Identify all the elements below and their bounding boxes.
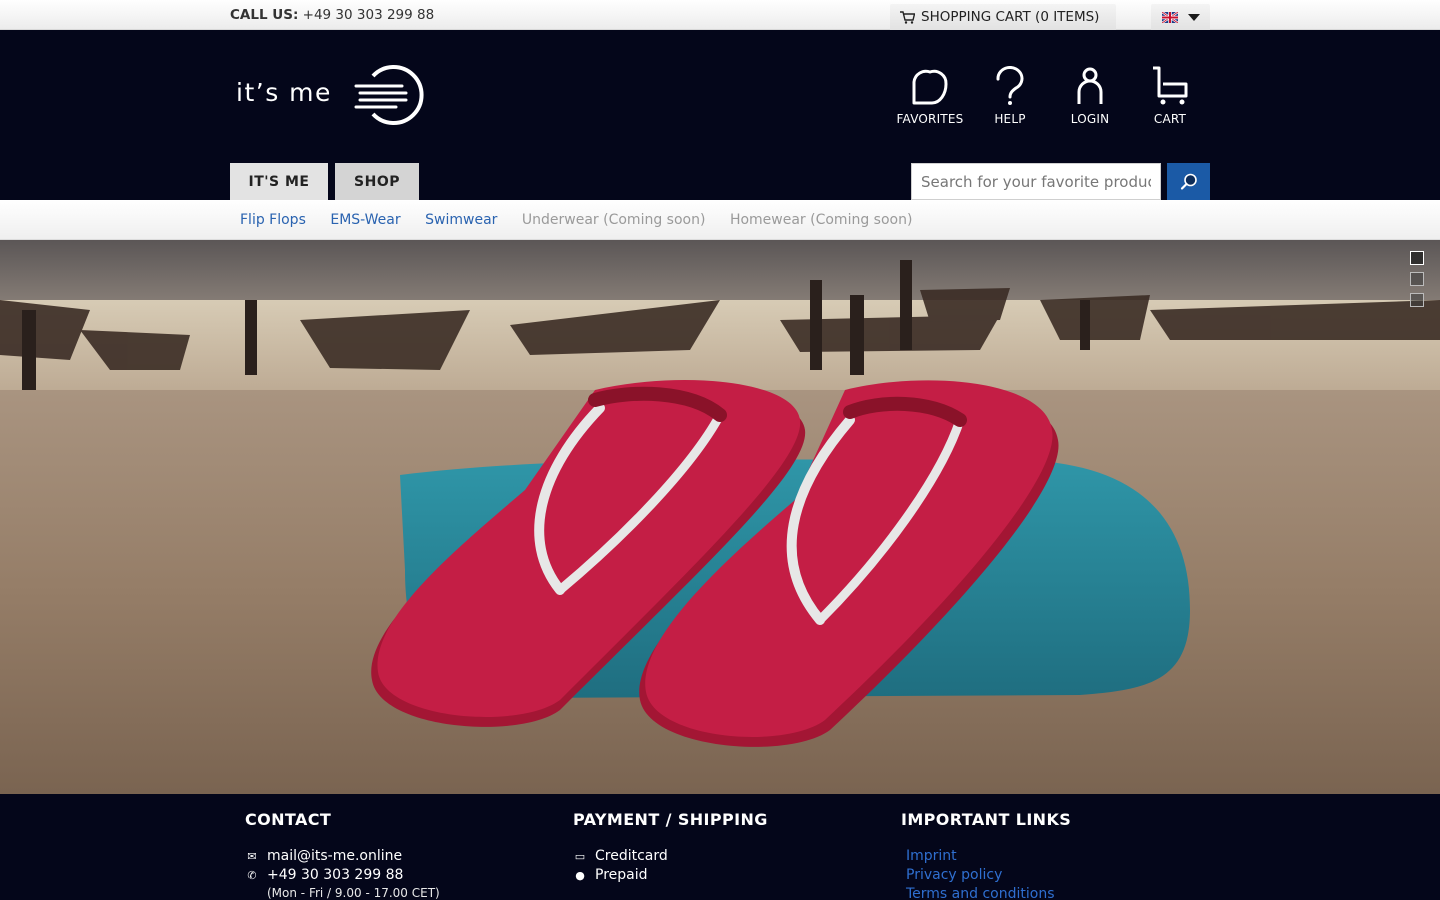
cart-label: CART (1153, 112, 1187, 126)
link-terms[interactable]: Terms and conditions (906, 885, 1071, 900)
link-imprint[interactable]: Imprint (906, 847, 1071, 866)
footer-payment: PAYMENT / SHIPPING ▭ Creditcard ● Prepai… (573, 810, 768, 885)
search-icon (1180, 173, 1197, 190)
coins-icon: ● (575, 869, 585, 882)
cart-button[interactable]: CART (1130, 66, 1210, 126)
favorites-label: FAVORITES (896, 112, 964, 126)
category-underwear: Underwear (Coming soon) (521, 212, 706, 228)
call-us: CALL US: +49 30 303 299 88 (230, 7, 434, 23)
payment-prepaid: ● Prepaid (573, 866, 768, 885)
search-button[interactable] (1167, 163, 1210, 200)
category-homewear: Homewear (Coming soon) (729, 212, 913, 228)
site-footer: CONTACT ✉ mail@its-me.online ✆ +49 30 30… (0, 794, 1440, 900)
chevron-down-icon (1187, 13, 1200, 21)
category-swimwear[interactable]: Swimwear (425, 212, 497, 228)
footer-payment-title: PAYMENT / SHIPPING (573, 810, 768, 829)
contact-email[interactable]: ✉ mail@its-me.online (245, 847, 440, 866)
svg-text:it’s me: it’s me (236, 78, 332, 107)
contact-hours: (Mon - Fri / 9.00 - 17.00 CET) (267, 886, 440, 900)
contact-phone[interactable]: ✆ +49 30 303 299 88 (245, 866, 440, 885)
category-nav: Flip Flops EMS-Wear Swimwear Underwear (… (0, 200, 1440, 240)
question-mark-icon (996, 66, 1024, 105)
payment-prepaid-text: Prepaid (595, 867, 648, 883)
tab-its-me[interactable]: IT'S ME (230, 163, 328, 200)
help-button[interactable]: HELP (970, 66, 1050, 126)
login-label: LOGIN (1070, 112, 1110, 126)
tab-shop[interactable]: SHOP (335, 163, 419, 200)
search-input[interactable] (911, 163, 1161, 200)
help-label: HELP (994, 112, 1026, 126)
uk-flag-icon (1161, 11, 1178, 23)
footer-links: IMPORTANT LINKS Imprint Privacy policy T… (901, 810, 1071, 900)
site-header: it’s me FAVORITES HELP LOGIN CART IT'S M… (0, 30, 1440, 200)
heart-icon (912, 69, 948, 105)
login-button[interactable]: LOGIN (1050, 66, 1130, 126)
credit-card-icon: ▭ (574, 850, 586, 863)
hero-slider[interactable] (0, 240, 1440, 794)
its-me-logo[interactable]: it’s me (236, 64, 432, 126)
top-bar: CALL US: +49 30 303 299 88 SHOPPING CART… (0, 0, 1440, 30)
slide-indicators (1410, 251, 1424, 314)
slide-dot-2[interactable] (1410, 272, 1424, 286)
call-us-label: CALL US: (230, 7, 299, 23)
shopping-cart-summary[interactable]: SHOPPING CART (0 ITEMS) (890, 4, 1116, 30)
footer-links-title: IMPORTANT LINKS (901, 810, 1072, 829)
payment-creditcard: ▭ Creditcard (573, 847, 768, 866)
link-privacy-policy[interactable]: Privacy policy (906, 866, 1071, 885)
slide-dot-3[interactable] (1410, 293, 1424, 307)
phone-icon: ✆ (247, 869, 257, 882)
payment-creditcard-text: Creditcard (595, 848, 668, 864)
call-us-phone[interactable]: +49 30 303 299 88 (303, 7, 435, 23)
footer-contact: CONTACT ✉ mail@its-me.online ✆ +49 30 30… (245, 810, 440, 900)
contact-email-text: mail@its-me.online (267, 848, 403, 864)
favorites-button[interactable]: FAVORITES (890, 66, 970, 126)
slide-dot-1[interactable] (1410, 251, 1424, 265)
contact-phone-text: +49 30 303 299 88 (267, 867, 404, 883)
cart-icon (1153, 66, 1188, 105)
footer-contact-title: CONTACT (245, 810, 332, 829)
shopping-cart-label: SHOPPING CART (0 ITEMS) (921, 9, 1100, 25)
user-icon (1077, 67, 1103, 104)
hero-image (0, 240, 1440, 794)
category-flip-flops[interactable]: Flip Flops (240, 212, 306, 228)
envelope-icon: ✉ (247, 850, 257, 863)
language-selector[interactable] (1151, 4, 1210, 30)
category-ems-wear[interactable]: EMS-Wear (330, 212, 400, 228)
shopping-cart-icon (900, 10, 915, 24)
